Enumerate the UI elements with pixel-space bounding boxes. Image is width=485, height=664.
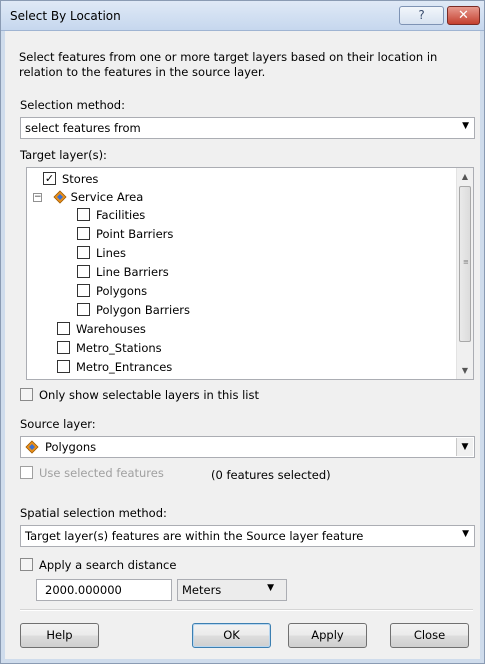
- grip-icon: ≡: [463, 258, 469, 266]
- chevron-down-icon[interactable]: ▼: [456, 438, 473, 456]
- spatial-method-label: Spatial selection method:: [20, 506, 167, 520]
- chevron-down-icon: ▼: [462, 121, 469, 131]
- collapse-toggle-icon[interactable]: −: [33, 193, 42, 202]
- search-distance-label: Apply a search distance: [39, 558, 177, 572]
- select-by-location-dialog: Select By Location ? ✕ Select features f…: [0, 0, 485, 664]
- network-layer-icon: [53, 189, 67, 204]
- title-bar: Select By Location ? ✕: [1, 1, 484, 31]
- dialog-description: Select features from one or more target …: [19, 50, 438, 79]
- search-distance-option[interactable]: Apply a search distance: [20, 558, 176, 572]
- apply-button[interactable]: Apply: [288, 623, 367, 648]
- list-item-polygon-barriers[interactable]: Polygon Barriers: [77, 301, 190, 320]
- distance-unit-value: Meters: [182, 583, 222, 597]
- selection-method-value: select features from: [25, 121, 141, 135]
- source-layer-value: Polygons: [45, 440, 97, 454]
- polygon-barriers-checkbox[interactable]: [77, 303, 90, 316]
- close-button[interactable]: Close: [390, 623, 469, 648]
- warehouses-checkbox[interactable]: [57, 322, 70, 335]
- scroll-down-icon[interactable]: ▼: [457, 362, 473, 379]
- only-selectable-checkbox[interactable]: [20, 388, 33, 401]
- scroll-thumb[interactable]: ≡: [459, 186, 471, 342]
- source-layer-dropdown[interactable]: Polygons ▼: [20, 436, 475, 458]
- help-title-button[interactable]: ?: [399, 6, 444, 25]
- chevron-down-icon: ▼: [267, 583, 274, 593]
- window-title: Select By Location: [10, 9, 121, 23]
- dialog-content: Select features from one or more target …: [6, 32, 479, 659]
- help-button[interactable]: Help: [20, 623, 99, 648]
- metro-entrances-checkbox[interactable]: [57, 360, 70, 373]
- list-scrollbar[interactable]: ▲ ≡ ▼: [456, 168, 473, 379]
- list-item-point-barriers[interactable]: Point Barriers: [77, 225, 173, 244]
- metro-stations-checkbox[interactable]: [57, 341, 70, 354]
- list-item-lines[interactable]: Lines: [77, 244, 126, 263]
- search-distance-checkbox[interactable]: [20, 558, 33, 571]
- only-selectable-label: Only show selectable layers in this list: [39, 388, 259, 402]
- close-title-button[interactable]: ✕: [447, 6, 480, 25]
- use-selected-option[interactable]: Use selected features: [20, 466, 164, 480]
- features-selected-count: (0 features selected): [211, 468, 331, 482]
- lines-checkbox[interactable]: [77, 246, 90, 259]
- list-item-stores[interactable]: ✓ Stores: [43, 170, 98, 189]
- use-selected-label: Use selected features: [39, 466, 164, 480]
- list-item-service-area[interactable]: − Service Area: [33, 188, 143, 207]
- list-item-polygons[interactable]: Polygons: [77, 282, 147, 301]
- point-barriers-checkbox[interactable]: [77, 227, 90, 240]
- list-item-warehouses[interactable]: Warehouses: [57, 320, 146, 339]
- scroll-up-icon[interactable]: ▲: [457, 168, 473, 185]
- facilities-checkbox[interactable]: [77, 208, 90, 221]
- selection-method-dropdown[interactable]: select features from ▼: [20, 117, 475, 139]
- target-layers-list[interactable]: ✓ Stores − Service Area Facilities Point …: [26, 167, 474, 380]
- source-layer-label: Source layer:: [20, 417, 96, 431]
- target-layers-label: Target layer(s):: [20, 148, 107, 162]
- list-item-line-barriers[interactable]: Line Barriers: [77, 263, 169, 282]
- use-selected-checkbox[interactable]: [20, 466, 33, 479]
- button-separator: [20, 609, 473, 611]
- ok-button[interactable]: OK: [192, 623, 271, 648]
- chevron-down-icon: ▼: [462, 529, 469, 539]
- list-item-metro-entrances[interactable]: Metro_Entrances: [57, 358, 172, 377]
- list-item-facilities[interactable]: Facilities: [77, 206, 145, 225]
- selection-method-label: Selection method:: [20, 98, 125, 112]
- only-selectable-option[interactable]: Only show selectable layers in this list: [20, 388, 259, 402]
- stores-checkbox[interactable]: ✓: [43, 172, 56, 185]
- line-barriers-checkbox[interactable]: [77, 265, 90, 278]
- polygon-layer-icon: [25, 440, 39, 454]
- distance-unit-dropdown[interactable]: Meters ▼: [177, 579, 287, 601]
- search-distance-input[interactable]: 2000.000000: [36, 579, 172, 601]
- list-item-metro-stations[interactable]: Metro_Stations: [57, 339, 162, 358]
- polygons-checkbox[interactable]: [77, 284, 90, 297]
- spatial-method-value: Target layer(s) features are within the …: [25, 529, 364, 543]
- spatial-method-dropdown[interactable]: Target layer(s) features are within the …: [20, 525, 475, 547]
